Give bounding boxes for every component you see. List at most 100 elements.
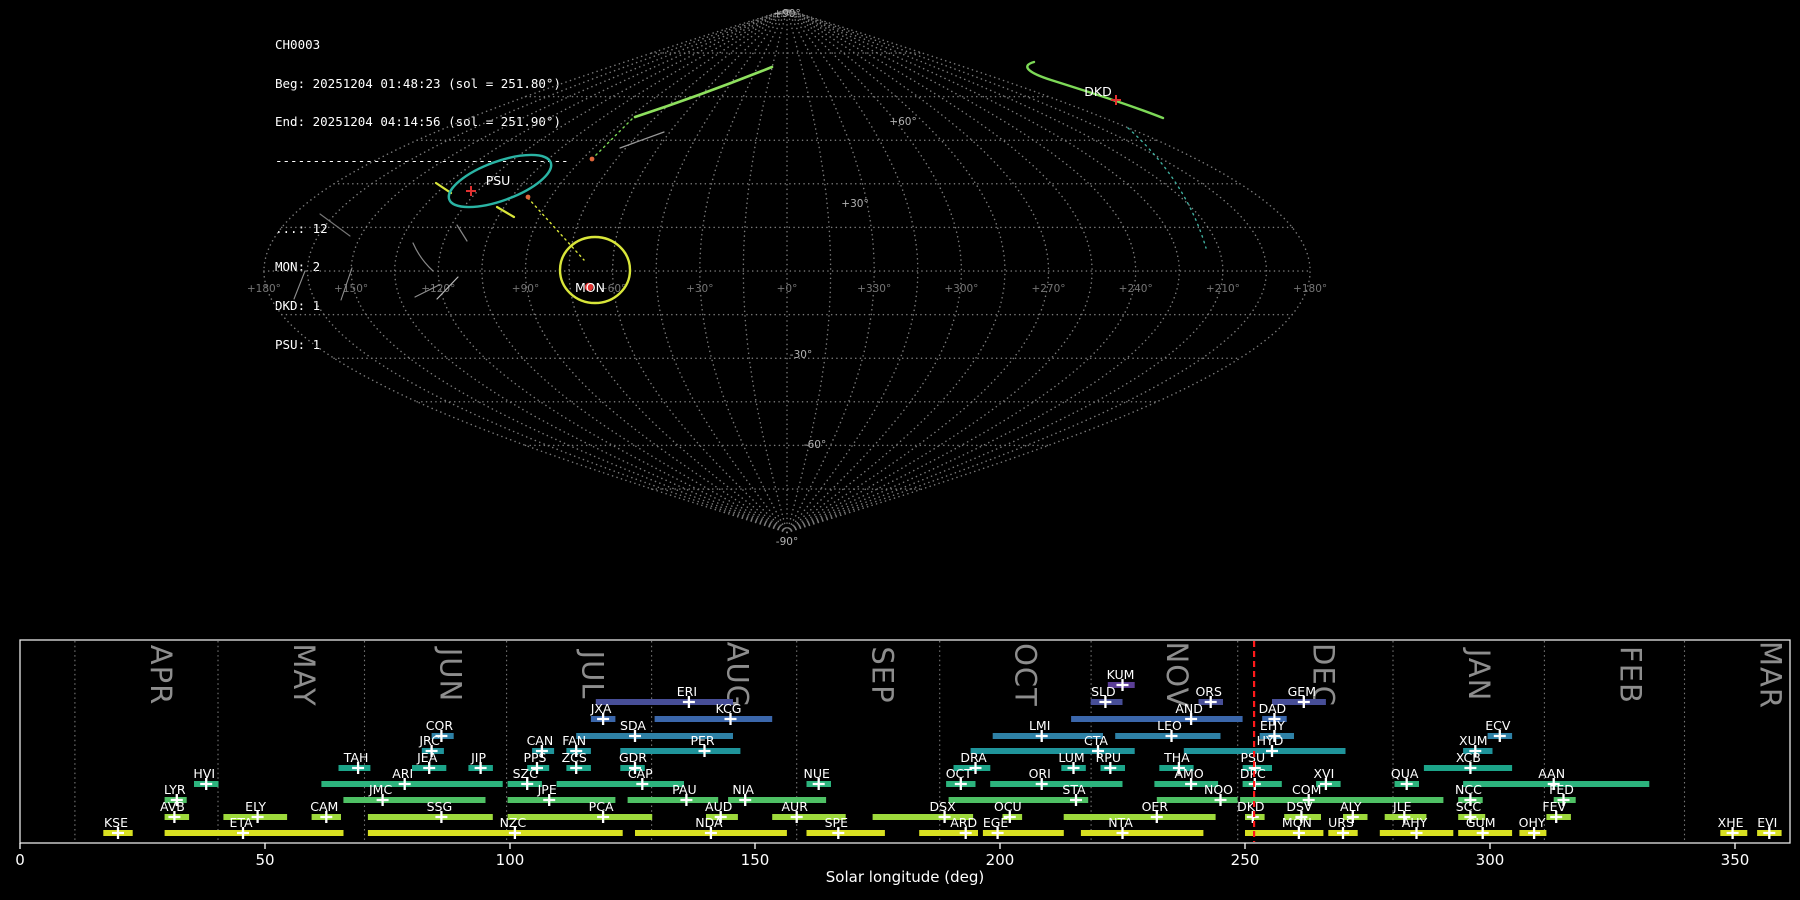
svg-text:AUG: AUG <box>721 642 755 709</box>
svg-text:RPU: RPU <box>1096 750 1121 765</box>
activity-chart: APR MAY JUN JUL AUG SEP OCT NOV DEC JAN FEB MAR KUM… <box>15 639 1791 869</box>
svg-text:PER: PER <box>690 733 714 748</box>
svg-text:JXA: JXA <box>590 701 612 716</box>
svg-text:FAN: FAN <box>562 733 586 748</box>
svg-text:EGE: EGE <box>983 815 1009 830</box>
svg-text:ARD: ARD <box>950 815 977 830</box>
svg-text:JUN: JUN <box>433 646 467 702</box>
svg-text:DRA: DRA <box>960 750 987 765</box>
svg-text:HYD: HYD <box>1257 733 1284 748</box>
svg-text:HVI: HVI <box>193 766 215 781</box>
svg-text:OER: OER <box>1142 799 1169 814</box>
svg-text:COR: COR <box>426 718 454 733</box>
svg-text:ERI: ERI <box>677 684 697 699</box>
svg-text:STA: STA <box>1062 782 1086 797</box>
svg-text:200: 200 <box>986 851 1015 869</box>
svg-text:JRC: JRC <box>418 733 440 748</box>
svg-text:KUM: KUM <box>1107 667 1135 682</box>
svg-text:ALY: ALY <box>1340 799 1362 814</box>
svg-text:ECV: ECV <box>1485 718 1511 733</box>
svg-text:SCC: SCC <box>1456 799 1482 814</box>
svg-text:TAH: TAH <box>343 750 369 765</box>
svg-text:OCT: OCT <box>1009 643 1043 707</box>
svg-text:JPE: JPE <box>537 782 557 797</box>
svg-text:DPC: DPC <box>1240 766 1266 781</box>
svg-text:XVI: XVI <box>1313 766 1334 781</box>
svg-text:JUL: JUL <box>576 649 610 700</box>
svg-text:MAY: MAY <box>287 643 321 706</box>
svg-text:GDR: GDR <box>619 750 647 765</box>
svg-text:NTA: NTA <box>1108 815 1133 830</box>
svg-text:NOV: NOV <box>1160 642 1194 709</box>
svg-text:ARI: ARI <box>392 766 413 781</box>
svg-text:JMC: JMC <box>368 782 392 797</box>
svg-text:50: 50 <box>255 851 274 869</box>
svg-text:CAM: CAM <box>310 799 338 814</box>
svg-text:XHE: XHE <box>1718 815 1744 830</box>
svg-text:ORI: ORI <box>1029 766 1051 781</box>
svg-text:SDA: SDA <box>620 718 646 733</box>
svg-text:DAD: DAD <box>1259 701 1287 716</box>
svg-text:OCT: OCT <box>946 766 973 781</box>
svg-text:EVI: EVI <box>1757 815 1777 830</box>
svg-text:350: 350 <box>1721 851 1750 869</box>
svg-text:CAN: CAN <box>527 733 554 748</box>
svg-text:EHY: EHY <box>1260 718 1285 733</box>
svg-text:DSV: DSV <box>1286 799 1313 814</box>
svg-text:ETA: ETA <box>229 815 253 830</box>
svg-text:DKD: DKD <box>1237 799 1264 814</box>
svg-text:PCA: PCA <box>589 799 614 814</box>
svg-text:250: 250 <box>1231 851 1260 869</box>
svg-text:XUM: XUM <box>1459 733 1488 748</box>
svg-text:QUA: QUA <box>1391 766 1419 781</box>
svg-text:ZCS: ZCS <box>562 750 587 765</box>
svg-text:APR: APR <box>144 645 178 705</box>
svg-text:LMI: LMI <box>1029 718 1050 733</box>
svg-text:URS: URS <box>1328 815 1354 830</box>
svg-text:300: 300 <box>1476 851 1505 869</box>
svg-text:100: 100 <box>496 851 525 869</box>
svg-text:LYR: LYR <box>164 782 186 797</box>
svg-text:AUD: AUD <box>705 799 732 814</box>
svg-text:SZC: SZC <box>513 766 538 781</box>
svg-text:XCB: XCB <box>1456 750 1481 765</box>
svg-text:KSE: KSE <box>104 815 128 830</box>
svg-text:PPS: PPS <box>523 750 546 765</box>
app-root: CH0003 Beg: 20251204 01:48:23 (sol = 251… <box>0 0 1800 900</box>
svg-text:PAU: PAU <box>672 782 696 797</box>
svg-text:GEM: GEM <box>1288 684 1316 699</box>
svg-text:JAN: JAN <box>1462 647 1496 702</box>
svg-text:FEB: FEB <box>1613 646 1647 704</box>
svg-text:NIA: NIA <box>732 782 754 797</box>
shower-bars: KUM ERI SLD ORS GEM JXA KCG AND DAD COR SDA LMI LEO E… <box>103 667 1782 839</box>
svg-text:THA: THA <box>1163 750 1190 765</box>
x-axis-title: Solar longitude (deg) <box>825 868 985 886</box>
svg-text:NUE: NUE <box>803 766 829 781</box>
svg-text:SLD: SLD <box>1091 684 1116 699</box>
svg-text:GUM: GUM <box>1466 815 1496 830</box>
svg-text:ELY: ELY <box>245 799 266 814</box>
svg-text:CAP: CAP <box>628 766 653 781</box>
svg-text:JEA: JEA <box>416 750 438 765</box>
svg-text:SPE: SPE <box>825 815 848 830</box>
svg-text:MON: MON <box>1282 815 1312 830</box>
svg-text:NDA: NDA <box>695 815 723 830</box>
svg-text:FEV: FEV <box>1542 799 1566 814</box>
svg-text:NOO: NOO <box>1204 782 1233 797</box>
svg-text:AUR: AUR <box>782 799 809 814</box>
svg-text:KCG: KCG <box>716 701 742 716</box>
svg-text:JLE: JLE <box>1392 799 1412 814</box>
svg-text:PSU: PSU <box>1240 750 1265 765</box>
svg-text:FED: FED <box>1549 782 1574 797</box>
svg-text:AMO: AMO <box>1175 766 1204 781</box>
svg-text:OHY: OHY <box>1519 815 1546 830</box>
svg-text:COM: COM <box>1292 782 1321 797</box>
svg-text:OCU: OCU <box>994 799 1022 814</box>
svg-text:AHY: AHY <box>1402 815 1428 830</box>
svg-text:AAN: AAN <box>1538 766 1565 781</box>
svg-text:NCC: NCC <box>1455 782 1482 797</box>
svg-text:LUM: LUM <box>1058 750 1084 765</box>
svg-text:AND: AND <box>1175 701 1203 716</box>
svg-text:AVB: AVB <box>160 799 185 814</box>
svg-text:0: 0 <box>15 851 25 869</box>
